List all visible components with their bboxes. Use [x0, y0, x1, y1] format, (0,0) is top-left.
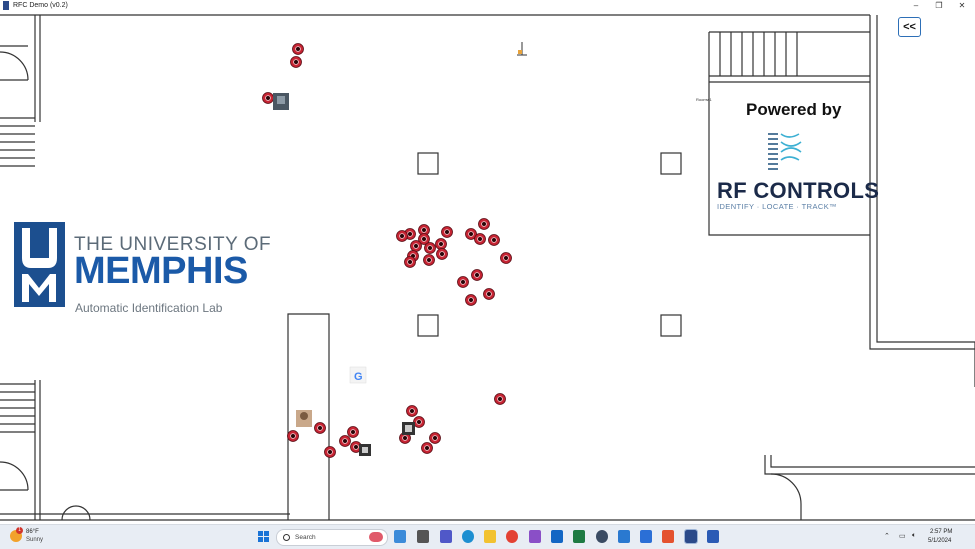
close-button[interactable]: ✕	[953, 0, 971, 12]
clock-date[interactable]: 5/1/2024	[928, 538, 951, 544]
rfid-tag-core	[317, 425, 323, 431]
rfid-tag-core	[407, 259, 413, 265]
notification-badge: 1	[16, 527, 23, 534]
collapse-panel-button[interactable]: <<	[898, 17, 921, 37]
rfid-tag-core	[426, 257, 432, 263]
excel-icon[interactable]	[573, 530, 585, 543]
rfid-tag-core	[491, 237, 497, 243]
widgets-icon[interactable]	[394, 530, 406, 543]
window-title: RFC Demo (v0.2)	[13, 2, 68, 9]
file-explorer-icon[interactable]	[484, 530, 496, 543]
rfid-tag-core	[402, 435, 408, 441]
rfid-tag-core	[439, 251, 445, 257]
rfid-tag-core	[481, 221, 487, 227]
lab-name: Automatic Identification Lab	[75, 301, 223, 315]
search-placeholder: Search	[295, 534, 316, 541]
university-name: MEMPHIS	[74, 250, 248, 292]
word-icon[interactable]	[707, 530, 719, 543]
rfid-tag-core	[503, 255, 509, 261]
search-icon	[283, 534, 290, 541]
title-bar: RFC Demo (v0.2) – ❐ ✕	[0, 0, 975, 12]
volume-icon[interactable]: 🔈︎	[912, 532, 916, 540]
rfid-tag-core	[290, 433, 296, 439]
floor-map[interactable]: G << Roomw1 Powered by RF CONTROLS IDENT…	[0, 12, 975, 524]
rfid-tag-core	[477, 236, 483, 242]
outlook-icon[interactable]	[551, 530, 563, 543]
chrome-icon[interactable]	[506, 530, 518, 543]
rfid-tag-core	[295, 46, 301, 52]
rfid-tag-core	[432, 435, 438, 441]
rfid-tag-core	[474, 272, 480, 278]
rfc-demo-icon[interactable]	[684, 529, 698, 544]
rfid-tag-core	[416, 419, 422, 425]
qr-device-icon[interactable]	[359, 444, 371, 456]
visual-studio-icon[interactable]	[529, 530, 541, 543]
rfid-tag-core	[399, 233, 405, 239]
restore-button[interactable]: ❐	[930, 0, 948, 12]
rfid-tag-core	[350, 429, 356, 435]
rfid-tag-core	[265, 95, 271, 101]
app-icon	[3, 1, 9, 10]
weather-temperature[interactable]: 86°F	[26, 529, 39, 535]
rfid-tag-core	[421, 236, 427, 242]
arrow-app-icon[interactable]	[640, 530, 652, 543]
rfid-tag-core	[468, 297, 474, 303]
person-photo-icon[interactable]	[296, 410, 312, 427]
weather-description[interactable]: Sunny	[26, 537, 43, 543]
rfid-tag-core	[413, 243, 419, 249]
rfid-tag-core	[421, 227, 427, 233]
task-view-icon[interactable]	[417, 530, 429, 543]
network-icon[interactable]: ▭	[899, 532, 906, 540]
google-icon[interactable]: G	[349, 366, 367, 384]
rfid-tag-core	[438, 241, 444, 247]
start-icon[interactable]	[258, 531, 269, 542]
rfid-tag-core	[427, 245, 433, 251]
qr-device-icon[interactable]	[402, 422, 415, 435]
brave-icon[interactable]	[662, 530, 674, 543]
university-monogram-icon	[14, 222, 65, 307]
svg-text:G: G	[354, 371, 363, 383]
teams-icon[interactable]	[440, 530, 452, 543]
reader-icon[interactable]	[517, 42, 527, 56]
rfid-tag-core	[327, 449, 333, 455]
rfid-tag-core	[342, 438, 348, 444]
rfid-tag-core	[424, 445, 430, 451]
room-label: Roomw1	[696, 97, 712, 102]
rf-controls-wordmark: RF CONTROLS	[717, 178, 880, 203]
clock-time[interactable]: 2:57 PM	[930, 529, 952, 535]
rfid-tag-core	[460, 279, 466, 285]
rf-controls-tagline: IDENTIFY · LOCATE · TRACK™	[717, 202, 837, 211]
rfid-tag-core	[468, 231, 474, 237]
taskbar: 1 86°F Sunny Search ⌃ ▭ 🔈︎ 2:57 PM 5/1/2…	[0, 524, 975, 549]
rfid-tag-core	[409, 408, 415, 414]
mail-icon[interactable]	[618, 530, 630, 543]
rfid-tag-core	[444, 229, 450, 235]
minimize-button[interactable]: –	[907, 0, 925, 12]
search-box[interactable]: Search	[276, 529, 388, 546]
rfid-tag-core	[293, 59, 299, 65]
powered-by-label: Powered by	[746, 100, 842, 119]
tag-markers[interactable]	[262, 43, 512, 458]
rfid-tag-core	[353, 444, 359, 450]
chevron-up-icon[interactable]: ⌃	[884, 532, 890, 540]
edge-icon[interactable]	[462, 530, 474, 543]
app-circle-icon[interactable]	[596, 530, 608, 543]
asset-photo-icon[interactable]	[273, 93, 289, 110]
search-highlight-icon	[369, 532, 383, 542]
rfid-tag-core	[407, 231, 413, 237]
rf-controls-logo-icon	[768, 133, 802, 170]
rfid-tag-core	[486, 291, 492, 297]
rfid-tag-core	[497, 396, 503, 402]
